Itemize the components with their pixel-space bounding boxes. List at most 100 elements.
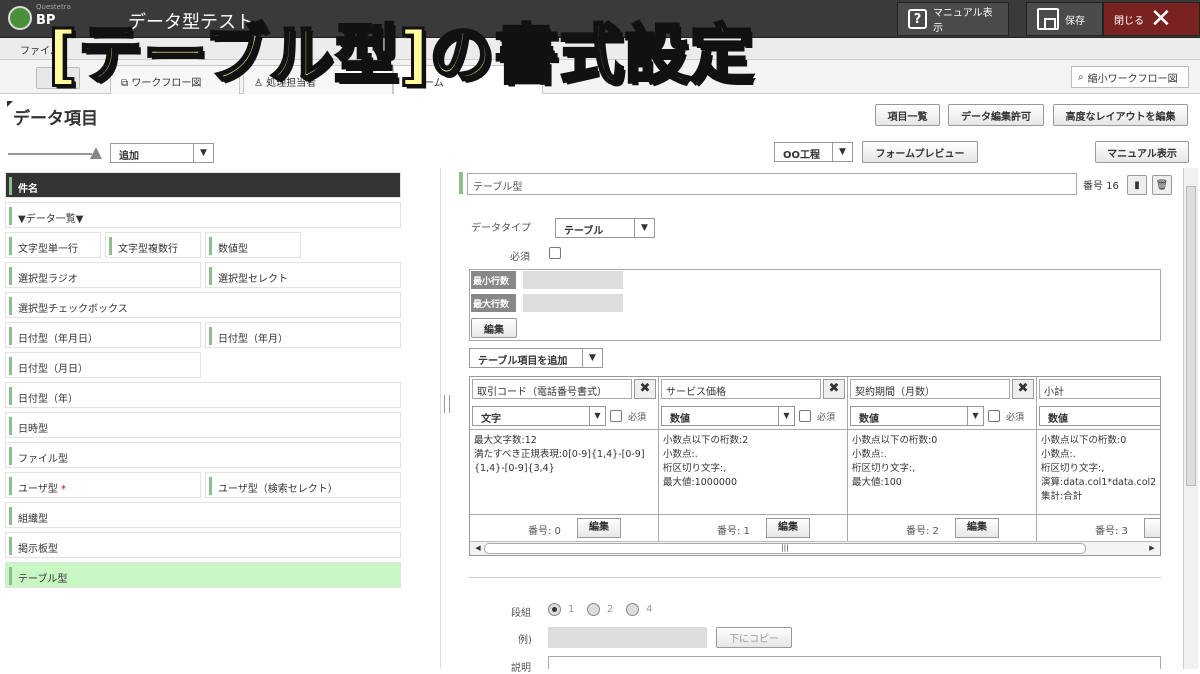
process-select-label: OO工程 <box>783 150 821 161</box>
column-type-label: 数値 <box>670 414 690 425</box>
column-type-select[interactable]: 数値 ▼ <box>850 406 984 426</box>
required-checkbox[interactable] <box>549 247 561 259</box>
mini-workflow-label: 縮小ワークフロー図 <box>1087 73 1178 85</box>
column-number: 番号: 0 <box>528 526 561 537</box>
process-select[interactable]: OO工程 ▼ <box>774 142 853 162</box>
column-edit-button[interactable]: 編集 <box>766 518 810 538</box>
table-columns: 取引コード（電話番号書式） ✖ 文字 ▼ 必須 最大文字数:12 満たすべき正規表… <box>469 376 1161 556</box>
list-item-label: 日付型（年） <box>18 394 78 405</box>
column-number: 番号: 3 <box>1095 526 1128 537</box>
list-item-date-md[interactable]: 日付型（月日） <box>5 352 201 378</box>
list-item-checkbox[interactable]: 選択型チェックボックス <box>5 292 401 318</box>
table-column: 小計 数値 小数点以下の桁数:0 小数点:. 桁区切り文字:, 演算:data.… <box>1037 377 1160 542</box>
required-marker: * <box>61 484 66 495</box>
delete-column-icon[interactable]: ✖ <box>634 379 656 399</box>
list-item-label: 掲示板型 <box>18 544 58 555</box>
slider-handle[interactable] <box>90 147 102 159</box>
list-item-label: 選択型セレクト <box>218 274 288 285</box>
scroll-right-icon[interactable]: ▶ <box>1146 543 1158 554</box>
list-item-date-y[interactable]: 日付型（年） <box>5 382 401 408</box>
column-required[interactable]: 必須 <box>988 410 1024 423</box>
list-item-title[interactable]: 件名 <box>5 172 401 198</box>
delete-column-icon[interactable]: ✖ <box>823 379 845 399</box>
min-rows-input[interactable] <box>523 271 623 289</box>
manual-button[interactable]: ? マニュアル表示 <box>897 2 1009 36</box>
list-item-org[interactable]: 組織型 <box>5 502 401 528</box>
required-checkbox[interactable] <box>799 410 811 422</box>
zoom-slider[interactable] <box>8 146 102 160</box>
item-list-button[interactable]: 項目一覧 <box>875 104 940 126</box>
scroll-thumb[interactable]: ||| <box>484 543 1086 554</box>
required-checkbox[interactable] <box>988 410 1000 422</box>
column-edit-button[interactable]: 編集 <box>577 518 621 538</box>
column-required-label: 必須 <box>817 413 836 423</box>
list-item-number[interactable]: 数値型 <box>205 232 301 258</box>
column-name-input[interactable]: 取引コード（電話番号書式） <box>472 379 632 399</box>
description-label: 説明 <box>511 663 531 674</box>
manual-display-button[interactable]: マニュアル表示 <box>1095 141 1189 163</box>
list-item-date-ym[interactable]: 日付型（年月） <box>205 322 401 348</box>
list-item-string-multi[interactable]: 文字型複数行 <box>105 232 201 258</box>
column-edit-button[interactable]: 編 <box>1144 518 1160 538</box>
advanced-layout-button[interactable]: 高度なレイアウトを編集 <box>1053 104 1188 126</box>
scroll-left-icon[interactable]: ◀ <box>472 543 484 554</box>
trash-icon[interactable]: 🗑 <box>1152 175 1172 195</box>
list-item-user-search[interactable]: ユーザ型（検索セレクト） <box>205 472 401 498</box>
description-textarea[interactable] <box>548 656 1161 669</box>
chevron-down-icon: ▼ <box>967 407 983 425</box>
column-type-select[interactable]: 数値 ▼ <box>661 406 795 426</box>
close-button-label: 閉じる <box>1114 15 1144 27</box>
delete-column-icon[interactable]: ✖ <box>1012 379 1034 399</box>
list-item-datetime[interactable]: 日時型 <box>5 412 401 438</box>
close-button[interactable]: 閉じる ✕ <box>1103 2 1200 36</box>
rows-edit-button[interactable]: 編集 <box>471 318 517 338</box>
edit-permission-button[interactable]: データ編集許可 <box>948 104 1044 126</box>
save-button[interactable]: 保存 <box>1026 2 1103 36</box>
column-required[interactable]: 必須 <box>799 410 835 423</box>
list-item-header[interactable]: ▼データ一覧▼ <box>5 202 401 228</box>
max-rows-input[interactable] <box>523 294 623 312</box>
layout-radio-1[interactable] <box>548 603 561 616</box>
table-column: サービス価格 ✖ 数値 ▼ 必須 小数点以下の桁数:2 小数点:. 桁区切り文字:… <box>659 377 848 542</box>
column-type-select[interactable]: 数値 <box>1039 406 1160 426</box>
field-name-input[interactable]: テーブル型 <box>467 173 1077 195</box>
chevron-down-icon: ▼ <box>589 407 605 425</box>
horizontal-scrollbar[interactable]: ◀ ||| ▶ <box>470 541 1160 555</box>
list-item-board[interactable]: 掲示板型 <box>5 532 401 558</box>
list-item-string-single[interactable]: 文字型単一行 <box>5 232 101 258</box>
add-item-select[interactable]: 追加 ▼ <box>110 143 214 163</box>
layout-radio-4[interactable] <box>626 603 639 616</box>
layout-option-1: 1 <box>568 604 575 615</box>
required-checkbox[interactable] <box>610 410 622 422</box>
list-item-user[interactable]: ユーザ型 * <box>5 472 201 498</box>
column-name-input[interactable]: 小計 <box>1039 379 1160 399</box>
column-name-input[interactable]: 契約期間（月数） <box>850 379 1010 399</box>
column-name-input[interactable]: サービス価格 <box>661 379 821 399</box>
vertical-scrollbar[interactable] <box>1183 168 1198 669</box>
column-type-select[interactable]: 文字 ▼ <box>472 406 606 426</box>
column-edit-button[interactable]: 編集 <box>955 518 999 538</box>
panel-splitter[interactable] <box>444 395 450 413</box>
layout-option-2: 2 <box>607 604 614 615</box>
layout-radio-2[interactable] <box>587 603 600 616</box>
list-item-file[interactable]: ファイル型 <box>5 442 401 468</box>
example-input[interactable] <box>548 627 707 648</box>
list-item-select[interactable]: 選択型セレクト <box>205 262 401 288</box>
list-item-table[interactable]: テーブル型 <box>5 562 401 588</box>
list-item-label: 組織型 <box>18 514 48 525</box>
mini-workflow-button[interactable]: ⌕ 縮小ワークフロー図 <box>1071 66 1189 88</box>
copy-down-button[interactable]: 下にコピー <box>716 627 792 648</box>
column-type-label: 数値 <box>1048 414 1068 425</box>
form-preview-button[interactable]: フォームプレビュー <box>862 141 978 163</box>
add-table-column-select[interactable]: テーブル項目を追加 ▼ <box>469 348 603 368</box>
list-item-date-ymd[interactable]: 日付型（年月日） <box>5 322 201 348</box>
copy-icon[interactable]: ▮ <box>1127 175 1147 195</box>
column-footer: 番号: 1 編集 <box>659 515 847 542</box>
column-required[interactable]: 必須 <box>610 410 646 423</box>
column-description: 最大文字数:12 満たすべき正規表現:0[0-9]{1,4}-[0-9]{1,4… <box>470 429 658 515</box>
add-item-select-label: 追加 <box>119 151 139 162</box>
datatype-select[interactable]: テーブル ▼ <box>555 218 655 238</box>
vertical-scroll-thumb[interactable] <box>1186 186 1196 486</box>
list-item-radio[interactable]: 選択型ラジオ <box>5 262 201 288</box>
column-description: 小数点以下の桁数:2 小数点:. 桁区切り文字:, 最大値:1000000 <box>659 429 847 515</box>
